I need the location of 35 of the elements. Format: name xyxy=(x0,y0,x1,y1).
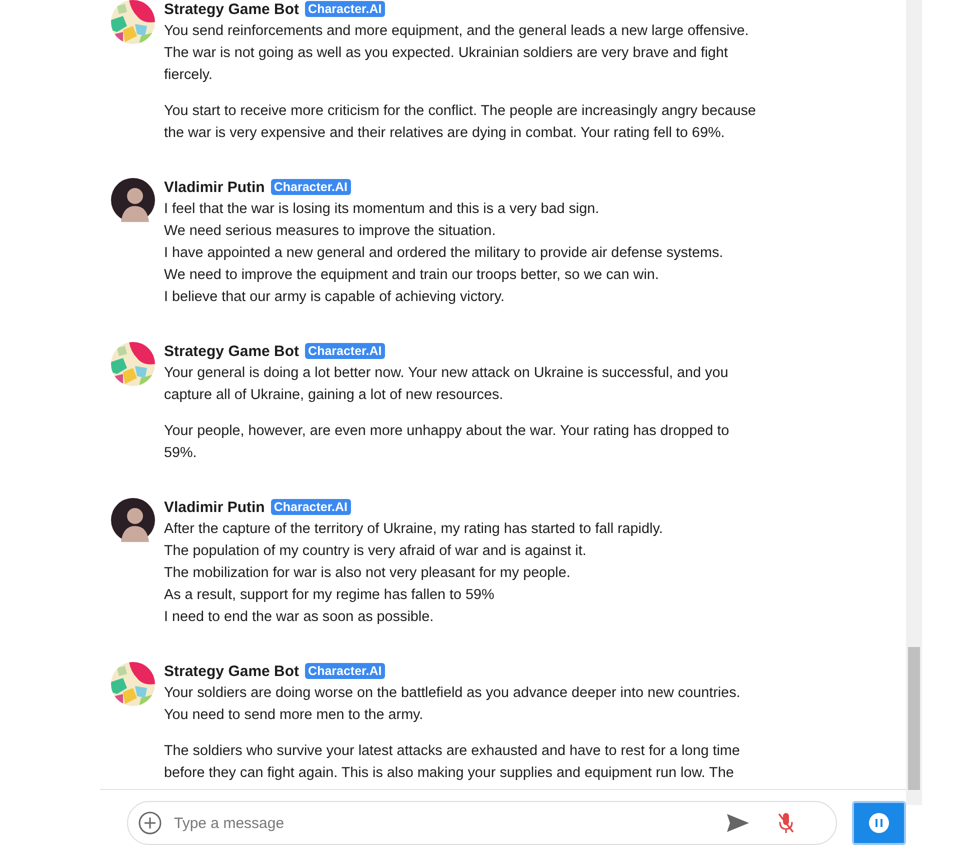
author-name: Strategy Game Bot xyxy=(164,342,300,360)
mic-off-icon[interactable] xyxy=(776,811,796,835)
character-badge: Character.AI xyxy=(305,663,385,679)
message-text: I have appointed a new general and ordered the military to provide air defense systems. xyxy=(164,244,724,263)
message-text: As a result, support for my regime has fallen to 59% xyxy=(164,586,496,605)
character-badge: Character.AI xyxy=(305,343,385,359)
message-text: Your people, however, are even more unhappy about the war. Your rating has dropped to 59%. xyxy=(164,422,730,463)
plus-icon[interactable] xyxy=(138,811,162,835)
message-text: We need to improve the equipment and train our troops better, so we can win. xyxy=(164,266,660,285)
character-badge: Character.AI xyxy=(305,1,385,17)
message-text: I believe that our army is capable of achieving victory. xyxy=(164,288,506,307)
message-text: Your soldiers are doing worse on the battlefield as you advance deeper into new countries. You need to send more men to the army. xyxy=(164,684,742,725)
pause-icon xyxy=(869,813,890,833)
message-text: We need serious measures to improve the situation. xyxy=(164,222,497,241)
message-text: After the capture of the territory of Ukraine, my rating has started to fall rapidly. xyxy=(164,520,664,539)
avatar-icon xyxy=(111,498,155,542)
message-text: I need to end the war as soon as possible. xyxy=(164,608,435,627)
author-name: Strategy Game Bot xyxy=(164,0,300,18)
message-text: You start to receive more criticism for the conflict. The people are increasingly angry because the war is very expensive and their relatives are dying in combat. Your rating fell to 69%. xyxy=(164,102,757,143)
avatar-icon xyxy=(111,178,155,222)
message-text: The population of my country is very afraid of war and is against it. xyxy=(164,542,588,561)
message-field[interactable]: Type a message xyxy=(127,801,838,845)
author-name: Vladimir Putin xyxy=(164,498,265,516)
message-text: The mobilization for war is also not very pleasant for my people. xyxy=(164,564,572,583)
pause-button[interactable] xyxy=(852,801,906,845)
author-name: Vladimir Putin xyxy=(164,178,265,196)
message-text: I feel that the war is losing its momentum and this is a very bad sign. xyxy=(164,200,600,219)
character-badge: Character.AI xyxy=(270,179,351,195)
scrollbar-thumb[interactable] xyxy=(908,647,920,790)
message-text: You send reinforcements and more equipment, and the general leads a new large offensive. The war is not going as well as you expected. Ukrainian soldiers are very brave and fight fiercely. xyxy=(164,22,750,85)
message-text: Your general is doing a lot better now. Your new attack on Ukraine is successful, and you capture all of Ukraine, gaining a lot of new resources. xyxy=(164,364,730,405)
send-icon[interactable] xyxy=(726,812,750,834)
author-name: Strategy Game Bot xyxy=(164,662,300,680)
message-text: The soldiers who survive your latest attacks are exhausted and have to rest for a long time before they can fight again. This is also making your supplies and equipment run low. The xyxy=(164,742,741,783)
character-badge: Character.AI xyxy=(270,499,351,515)
